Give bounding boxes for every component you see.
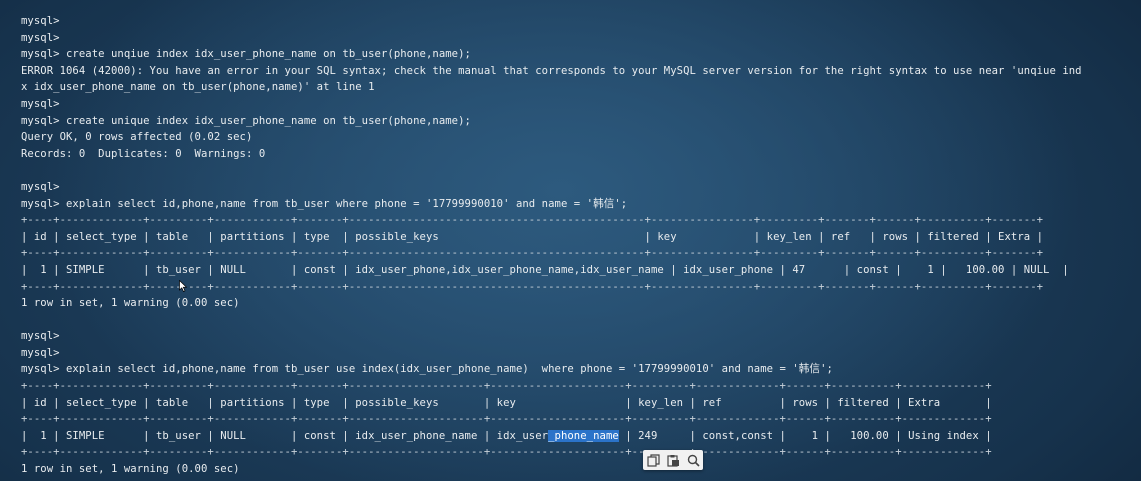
terminal-line: | id | select_type | table | partitions … [21, 230, 1044, 243]
terminal-line: mysql> explain select id,phone,name from… [21, 363, 833, 376]
line-segment: | 249 | const,const | 1 | 100.00 | Using… [618, 429, 992, 442]
terminal-output[interactable]: mysql> mysql> mysql> create unqiue index i… [21, 13, 1141, 481]
terminal-line: | 1 | SIMPLE | tb_user | NULL | const | … [21, 263, 1069, 276]
table-border-line: +----+-------------+---------+----------… [21, 247, 1044, 260]
table-border-line: +----+-------------+---------+----------… [21, 380, 992, 393]
terminal-line: 1 row in set, 1 warning (0.00 sec) [21, 463, 240, 476]
terminal-line: mysql> [21, 180, 60, 193]
mouse-pointer-icon [179, 279, 188, 292]
selection-toolbar [643, 450, 703, 470]
terminal-line: mysql> [21, 330, 60, 343]
terminal-line: mysql> explain select id,phone,name from… [21, 197, 628, 210]
copy-icon[interactable] [645, 452, 661, 468]
terminal-line: 1 row in set, 1 warning (0.00 sec) [21, 297, 240, 310]
table-border-line: +----+-------------+---------+----------… [21, 280, 1044, 293]
terminal-line: | id | select_type | table | partitions … [21, 396, 992, 409]
terminal-line: Records: 0 Duplicates: 0 Warnings: 0 [21, 147, 266, 160]
search-icon[interactable] [685, 452, 701, 468]
terminal-line: ERROR 1064 (42000): You have an error in… [21, 64, 1082, 77]
terminal-line: mysql> [21, 31, 60, 44]
table-border-line: +----+-------------+---------+----------… [21, 413, 992, 426]
table-border-line: +----+-------------+---------+----------… [21, 214, 1044, 227]
selected-text: _phone_name [548, 429, 619, 442]
terminal-line: mysql> [21, 346, 60, 359]
terminal-line: | 1 | SIMPLE | tb_user | NULL | const | … [21, 428, 1141, 445]
paste-icon[interactable] [665, 452, 681, 468]
terminal-line: mysql> create unique index idx_user_phon… [21, 114, 471, 127]
line-segment: | 1 | SIMPLE | tb_user | NULL | const | … [21, 429, 549, 442]
table-border-line: +----+-------------+---------+----------… [21, 446, 992, 459]
terminal-line: Query OK, 0 rows affected (0.02 sec) [21, 131, 253, 144]
terminal-line: mysql> [21, 15, 60, 27]
terminal-line: mysql> create unqiue index idx_user_phon… [21, 48, 471, 61]
terminal-line: x idx_user_phone_name on tb_user(phone,n… [21, 81, 375, 94]
terminal-line: mysql> [21, 97, 60, 110]
